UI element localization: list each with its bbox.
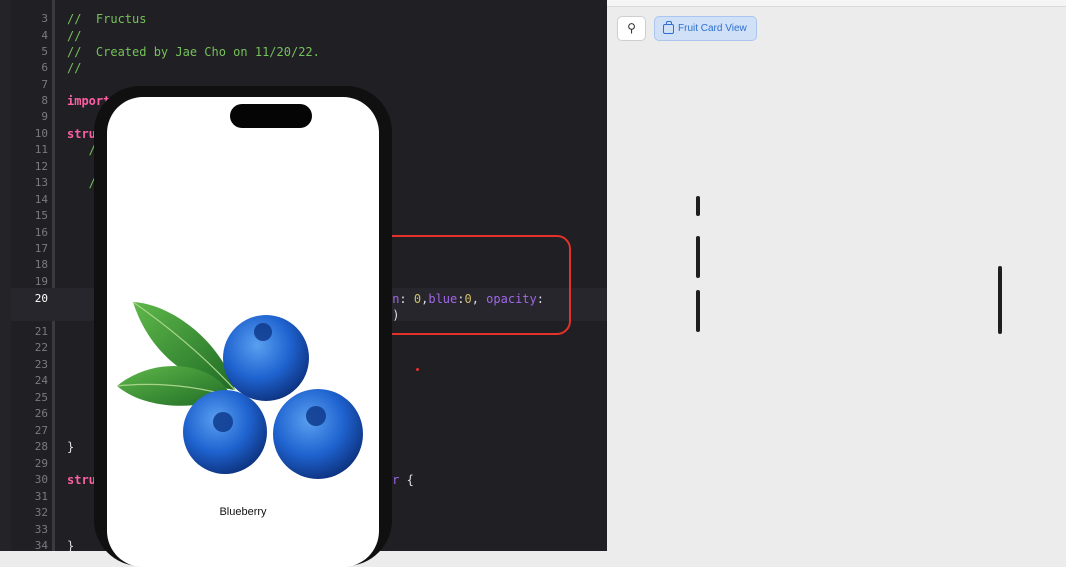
line-number: 21: [34, 325, 48, 338]
device-volume-down: [696, 290, 700, 332]
pin-icon: ⚲: [627, 21, 636, 35]
code-line[interactable]: 4 //: [0, 28, 607, 44]
code-line[interactable]: 3 // Fructus: [0, 11, 607, 27]
code-text: }: [67, 439, 74, 455]
line-number: 27: [34, 424, 48, 437]
line-number: 22: [34, 341, 48, 354]
code-token: //: [67, 61, 82, 75]
device-volume-up: [696, 236, 700, 278]
line-number: 17: [34, 242, 48, 255]
code-token: // Created by Jae Cho on 11/20/22.: [67, 45, 320, 59]
code-text: // Created by Jae Cho on 11/20/22.: [67, 44, 320, 60]
line-number: 23: [34, 358, 48, 371]
code-text: //: [67, 28, 81, 44]
preview-tab-label: Fruit Card View: [678, 23, 747, 34]
line-number: 28: [34, 440, 48, 453]
blueberry-image: [116, 301, 363, 479]
device-action-button: [696, 196, 700, 216]
line-number: 26: [34, 407, 48, 420]
preview-toolbar-strip: [607, 0, 1066, 7]
pin-button[interactable]: ⚲: [617, 16, 646, 41]
line-number: 18: [34, 258, 48, 271]
line-number: 7: [41, 78, 48, 91]
line-number: 29: [34, 457, 48, 470]
code-text: }: [67, 538, 74, 551]
line-number: 34: [34, 539, 48, 551]
line-number: 30: [34, 473, 48, 486]
line-number: 15: [34, 209, 48, 222]
code-text: // Fructus: [67, 11, 146, 27]
leaf-shape: [116, 301, 236, 406]
annotation-dot: [416, 368, 419, 371]
code-line[interactable]: 6 //: [0, 60, 607, 76]
dynamic-island: [230, 104, 312, 128]
line-number: 8: [41, 94, 48, 107]
code-token: //: [67, 29, 82, 43]
line-number: 20: [34, 292, 48, 305]
line-number: 12: [34, 160, 48, 173]
code-line[interactable]: 5 // Created by Jae Cho on 11/20/22.: [0, 44, 607, 60]
line-number: 24: [34, 374, 48, 387]
device-power-button: [998, 266, 1002, 334]
line-number: 31: [34, 490, 48, 503]
line-number: 3: [41, 12, 48, 25]
code-token: }: [67, 440, 75, 454]
line-number: 32: [34, 506, 48, 519]
line-number: 10: [34, 127, 48, 140]
berry-shapes: [183, 315, 363, 479]
line-number: 11: [34, 143, 48, 156]
line-number: 4: [41, 29, 48, 42]
code-token: }: [67, 539, 75, 551]
code-token: // Fructus: [67, 12, 147, 26]
line-number: 13: [34, 176, 48, 189]
code-text: //: [67, 60, 81, 76]
preview-tab-fruit-card-view[interactable]: Fruit Card View: [654, 16, 757, 41]
line-number: 9: [41, 110, 48, 123]
code-token: {: [399, 473, 414, 487]
line-number: 5: [41, 45, 48, 58]
line-number: 6: [41, 61, 48, 74]
line-number: 14: [34, 193, 48, 206]
line-number: 33: [34, 523, 48, 536]
view-icon: [663, 21, 674, 34]
fruit-title-text: Blueberry: [219, 506, 267, 518]
line-number: 25: [34, 391, 48, 404]
line-number: 19: [34, 275, 48, 288]
line-number: 16: [34, 226, 48, 239]
